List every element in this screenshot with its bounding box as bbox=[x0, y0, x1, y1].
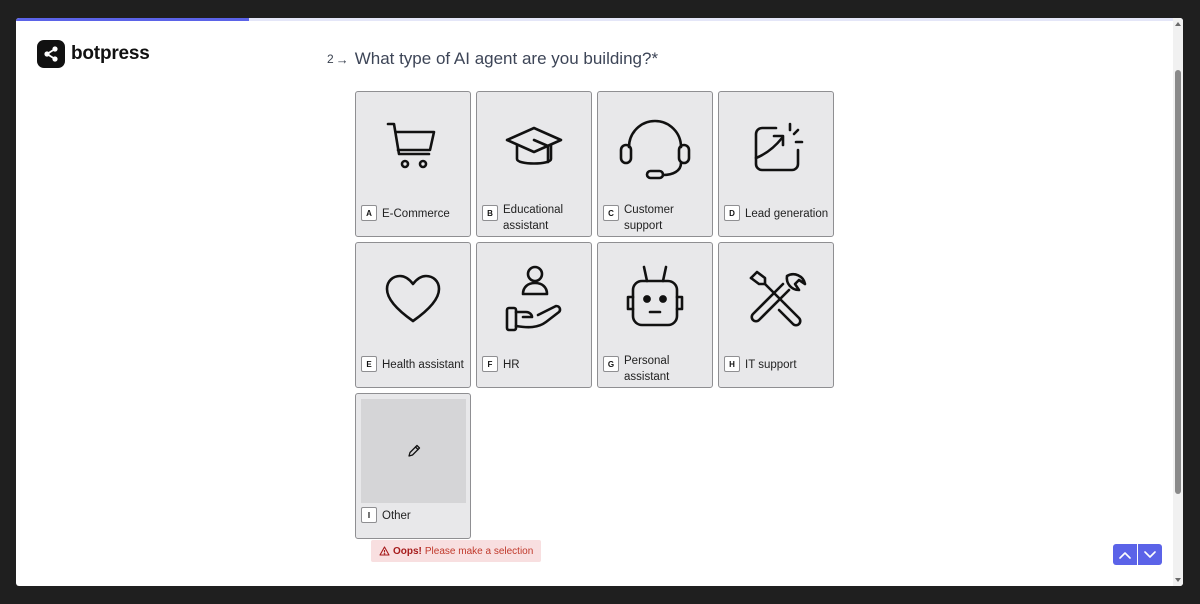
option-label: Customer support bbox=[624, 204, 674, 232]
error-text: Please make a selection bbox=[424, 545, 534, 557]
option-key: F bbox=[482, 356, 498, 372]
option-health-assistant[interactable]: E Health assistant bbox=[355, 242, 471, 388]
error-message: Oops! Please make a selection bbox=[371, 540, 542, 562]
error-strong: Oops! bbox=[393, 545, 422, 557]
option-label: Lead generation bbox=[745, 208, 829, 220]
option-personal-assistant[interactable]: G Personal assistant bbox=[597, 242, 713, 388]
option-lead-generation[interactable]: D Lead generation bbox=[718, 91, 834, 237]
graduation-cap-icon bbox=[505, 126, 563, 165]
shopping-cart-icon bbox=[386, 122, 436, 169]
option-hr[interactable]: F HR bbox=[476, 242, 592, 388]
progress-bar bbox=[16, 18, 1183, 21]
headset-icon bbox=[619, 119, 691, 180]
option-key: B bbox=[482, 205, 498, 221]
question-navigation bbox=[1113, 544, 1162, 565]
option-key: E bbox=[361, 356, 377, 372]
form-window: botpress 2 → What type of AI agent are y… bbox=[16, 18, 1183, 586]
next-question-button[interactable] bbox=[1138, 544, 1162, 565]
pencil-icon bbox=[407, 444, 420, 457]
brand-logo: botpress bbox=[37, 40, 150, 68]
share-icon bbox=[37, 40, 65, 68]
option-key: I bbox=[361, 507, 377, 523]
tools-icon bbox=[749, 270, 807, 327]
option-label: E-Commerce bbox=[382, 208, 450, 220]
scrollbar[interactable] bbox=[1173, 18, 1183, 586]
option-label: IT support bbox=[745, 359, 797, 371]
scroll-down-arrow[interactable] bbox=[1175, 578, 1181, 582]
option-key: A bbox=[361, 205, 377, 221]
brand-name: botpress bbox=[71, 43, 150, 64]
option-label: Health assistant bbox=[382, 359, 464, 371]
option-key: H bbox=[724, 356, 740, 372]
option-label: HR bbox=[503, 359, 520, 371]
option-other[interactable]: I Other bbox=[355, 393, 471, 539]
warning-icon bbox=[379, 546, 390, 556]
option-key: D bbox=[724, 205, 740, 221]
option-ecommerce[interactable]: A E-Commerce bbox=[355, 91, 471, 237]
question-number: 2 bbox=[327, 52, 334, 66]
option-customer-support[interactable]: C Customer support bbox=[597, 91, 713, 237]
chevron-down-icon bbox=[1144, 550, 1156, 558]
option-educational-assistant[interactable]: B Educational assistant bbox=[476, 91, 592, 237]
robot-icon bbox=[626, 265, 684, 327]
question-header: 2 → What type of AI agent are you buildi… bbox=[327, 49, 658, 69]
question-text: What type of AI agent are you building?* bbox=[354, 49, 659, 68]
option-key: C bbox=[603, 205, 619, 221]
chart-growth-icon bbox=[754, 122, 804, 172]
previous-question-button[interactable] bbox=[1113, 544, 1137, 565]
option-it-support[interactable]: H IT support bbox=[718, 242, 834, 388]
person-in-hand-icon bbox=[505, 265, 562, 332]
other-input-area[interactable] bbox=[361, 399, 466, 503]
arrow-right-icon: → bbox=[335, 51, 349, 67]
heart-icon bbox=[385, 274, 441, 323]
option-key: G bbox=[603, 356, 619, 372]
option-label: Personal assistant bbox=[624, 355, 670, 383]
option-label: Other bbox=[382, 510, 411, 522]
option-label: Educational assistant bbox=[503, 204, 564, 232]
scroll-up-arrow[interactable] bbox=[1175, 22, 1181, 26]
scrollbar-thumb[interactable] bbox=[1175, 70, 1181, 494]
progress-fill bbox=[16, 18, 250, 21]
chevron-up-icon bbox=[1119, 551, 1131, 559]
